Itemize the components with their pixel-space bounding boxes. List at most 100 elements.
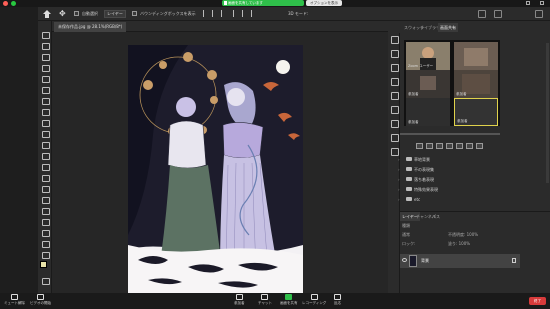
healing-tool[interactable] — [41, 108, 50, 116]
share-screen-button[interactable]: 画面を共有 — [280, 294, 298, 306]
marquee-tool[interactable] — [41, 42, 50, 50]
hand-tool[interactable] — [41, 240, 50, 248]
folder-item[interactable]: › 落ち着表現 — [398, 175, 504, 184]
folder-item[interactable]: › 草地背景 — [398, 155, 504, 164]
document-tab[interactable]: 未保存作品.jpg @ 28.1%(RGB/8*) — [54, 22, 127, 32]
transform-checkbox[interactable] — [132, 11, 137, 16]
auto-select-label: 自動選択 — [82, 11, 98, 16]
quick-mask-tool[interactable] — [41, 277, 50, 285]
pattern-button[interactable] — [426, 143, 433, 149]
layer-select[interactable]: レイヤー — [104, 10, 126, 18]
tab-screen-share[interactable]: 画面共有 — [438, 23, 458, 32]
record-button[interactable]: レコーディング — [302, 294, 326, 306]
pen-tool[interactable] — [41, 196, 50, 204]
frame-tool[interactable] — [41, 86, 50, 94]
zoom-top-bar: 画面を共有しています オプションを表示 — [0, 0, 550, 7]
start-video-button[interactable]: ビデオの開始 — [30, 294, 51, 306]
opacity-field[interactable]: 不透明度: 100% — [448, 231, 478, 238]
align-center-icon[interactable] — [212, 10, 218, 17]
share-icon[interactable] — [535, 10, 543, 18]
lasso-tool[interactable] — [41, 53, 50, 61]
visibility-eye-icon[interactable] — [402, 258, 407, 262]
workspace-icon[interactable] — [494, 10, 502, 18]
lock-controls[interactable]: ロック: — [402, 240, 415, 247]
auto-select-checkbox[interactable] — [74, 11, 79, 16]
folder-item[interactable]: › etc — [398, 195, 504, 204]
maximize-dot-icon[interactable] — [11, 1, 16, 6]
size-slider[interactable] — [400, 133, 500, 135]
pattern-button[interactable] — [446, 143, 453, 149]
pattern-button[interactable] — [416, 143, 423, 149]
align-right-icon[interactable] — [221, 10, 227, 17]
screen-sharing-indicator[interactable]: 画面を共有しています — [222, 0, 304, 6]
stamp-tool[interactable] — [41, 130, 50, 138]
chevron-right-icon: › — [398, 167, 400, 172]
canvas-area[interactable] — [52, 32, 388, 294]
video-tile[interactable]: 参加者 — [406, 70, 450, 98]
properties-icon[interactable] — [390, 49, 399, 58]
chat-icon — [261, 294, 269, 300]
blend-mode-select[interactable]: 通常 — [402, 231, 410, 238]
layer-kind-filter[interactable]: 種類 — [402, 222, 410, 229]
align-bottom-icon[interactable] — [251, 10, 257, 17]
foreground-color[interactable] — [40, 261, 47, 268]
minimize-icon[interactable] — [526, 1, 530, 5]
video-tile-active[interactable]: 参加者 — [454, 98, 498, 126]
artwork-canvas[interactable] — [128, 45, 303, 294]
shape-tool[interactable] — [41, 229, 50, 237]
character-icon[interactable] — [390, 105, 399, 114]
type-tool[interactable] — [41, 207, 50, 215]
glyphs-icon[interactable] — [390, 133, 399, 142]
libraries-icon[interactable] — [390, 147, 399, 156]
align-left-icon[interactable] — [203, 10, 209, 17]
participants-button[interactable]: 参加者 — [234, 294, 245, 306]
layer-row[interactable]: 背景 — [400, 254, 520, 268]
video-tile[interactable]: 参加者 — [454, 70, 498, 98]
folder-item[interactable]: › 特殊効果表現 — [398, 185, 504, 194]
history-brush-tool[interactable] — [41, 141, 50, 149]
fullscreen-icon[interactable] — [540, 1, 544, 5]
brush-settings-icon[interactable] — [390, 63, 399, 72]
video-tile[interactable]: 参加者 — [406, 98, 450, 126]
eraser-tool[interactable] — [41, 152, 50, 160]
path-select-tool[interactable] — [41, 218, 50, 226]
lock-icon — [512, 258, 516, 263]
end-meeting-button[interactable]: 終了 — [529, 297, 546, 305]
pattern-button[interactable] — [456, 143, 463, 149]
tab-paths[interactable]: パス — [430, 212, 442, 221]
paragraph-icon[interactable] — [390, 91, 399, 100]
align-middle-icon[interactable] — [242, 10, 248, 17]
quick-select-tool[interactable] — [41, 64, 50, 72]
zoom-tool[interactable] — [41, 251, 50, 259]
pattern-button[interactable] — [476, 143, 483, 149]
fill-field[interactable]: 塗り: 100% — [448, 240, 470, 247]
search-icon[interactable] — [478, 10, 486, 18]
pattern-button[interactable] — [436, 143, 443, 149]
reactions-button[interactable]: 反応 — [334, 294, 341, 306]
video-tile[interactable] — [454, 42, 498, 70]
gradient-tool[interactable] — [41, 163, 50, 171]
actions-icon[interactable] — [390, 119, 399, 128]
eyedropper-tool[interactable] — [41, 97, 50, 105]
adjustments-icon[interactable] — [390, 77, 399, 86]
pattern-button[interactable] — [466, 143, 473, 149]
history-icon[interactable] — [390, 35, 399, 44]
transform-label: バウンディングボックスを表示 — [140, 11, 196, 16]
view-options-button[interactable]: オプションを表示 — [306, 0, 342, 6]
panel-scrollbar[interactable] — [546, 43, 549, 183]
blur-tool[interactable] — [41, 174, 50, 182]
chat-button[interactable]: チャット — [258, 294, 272, 306]
brush-tool[interactable] — [41, 119, 50, 127]
close-dot-icon[interactable] — [3, 1, 8, 6]
align-top-icon[interactable] — [233, 10, 239, 17]
move-tool[interactable] — [41, 31, 50, 39]
participant-name: Zoom ユーザー — [408, 64, 434, 68]
home-icon[interactable] — [43, 10, 51, 18]
mute-button[interactable]: ミュート解除 — [4, 294, 25, 306]
move-tool-icon[interactable]: ✥ — [59, 10, 67, 18]
participant-name: 参加者 — [457, 119, 468, 123]
crop-tool[interactable] — [41, 75, 50, 83]
folder-item[interactable]: › 不の表現集 — [398, 165, 504, 174]
dodge-tool[interactable] — [41, 185, 50, 193]
video-tile[interactable]: Zoom ユーザー — [406, 42, 450, 70]
